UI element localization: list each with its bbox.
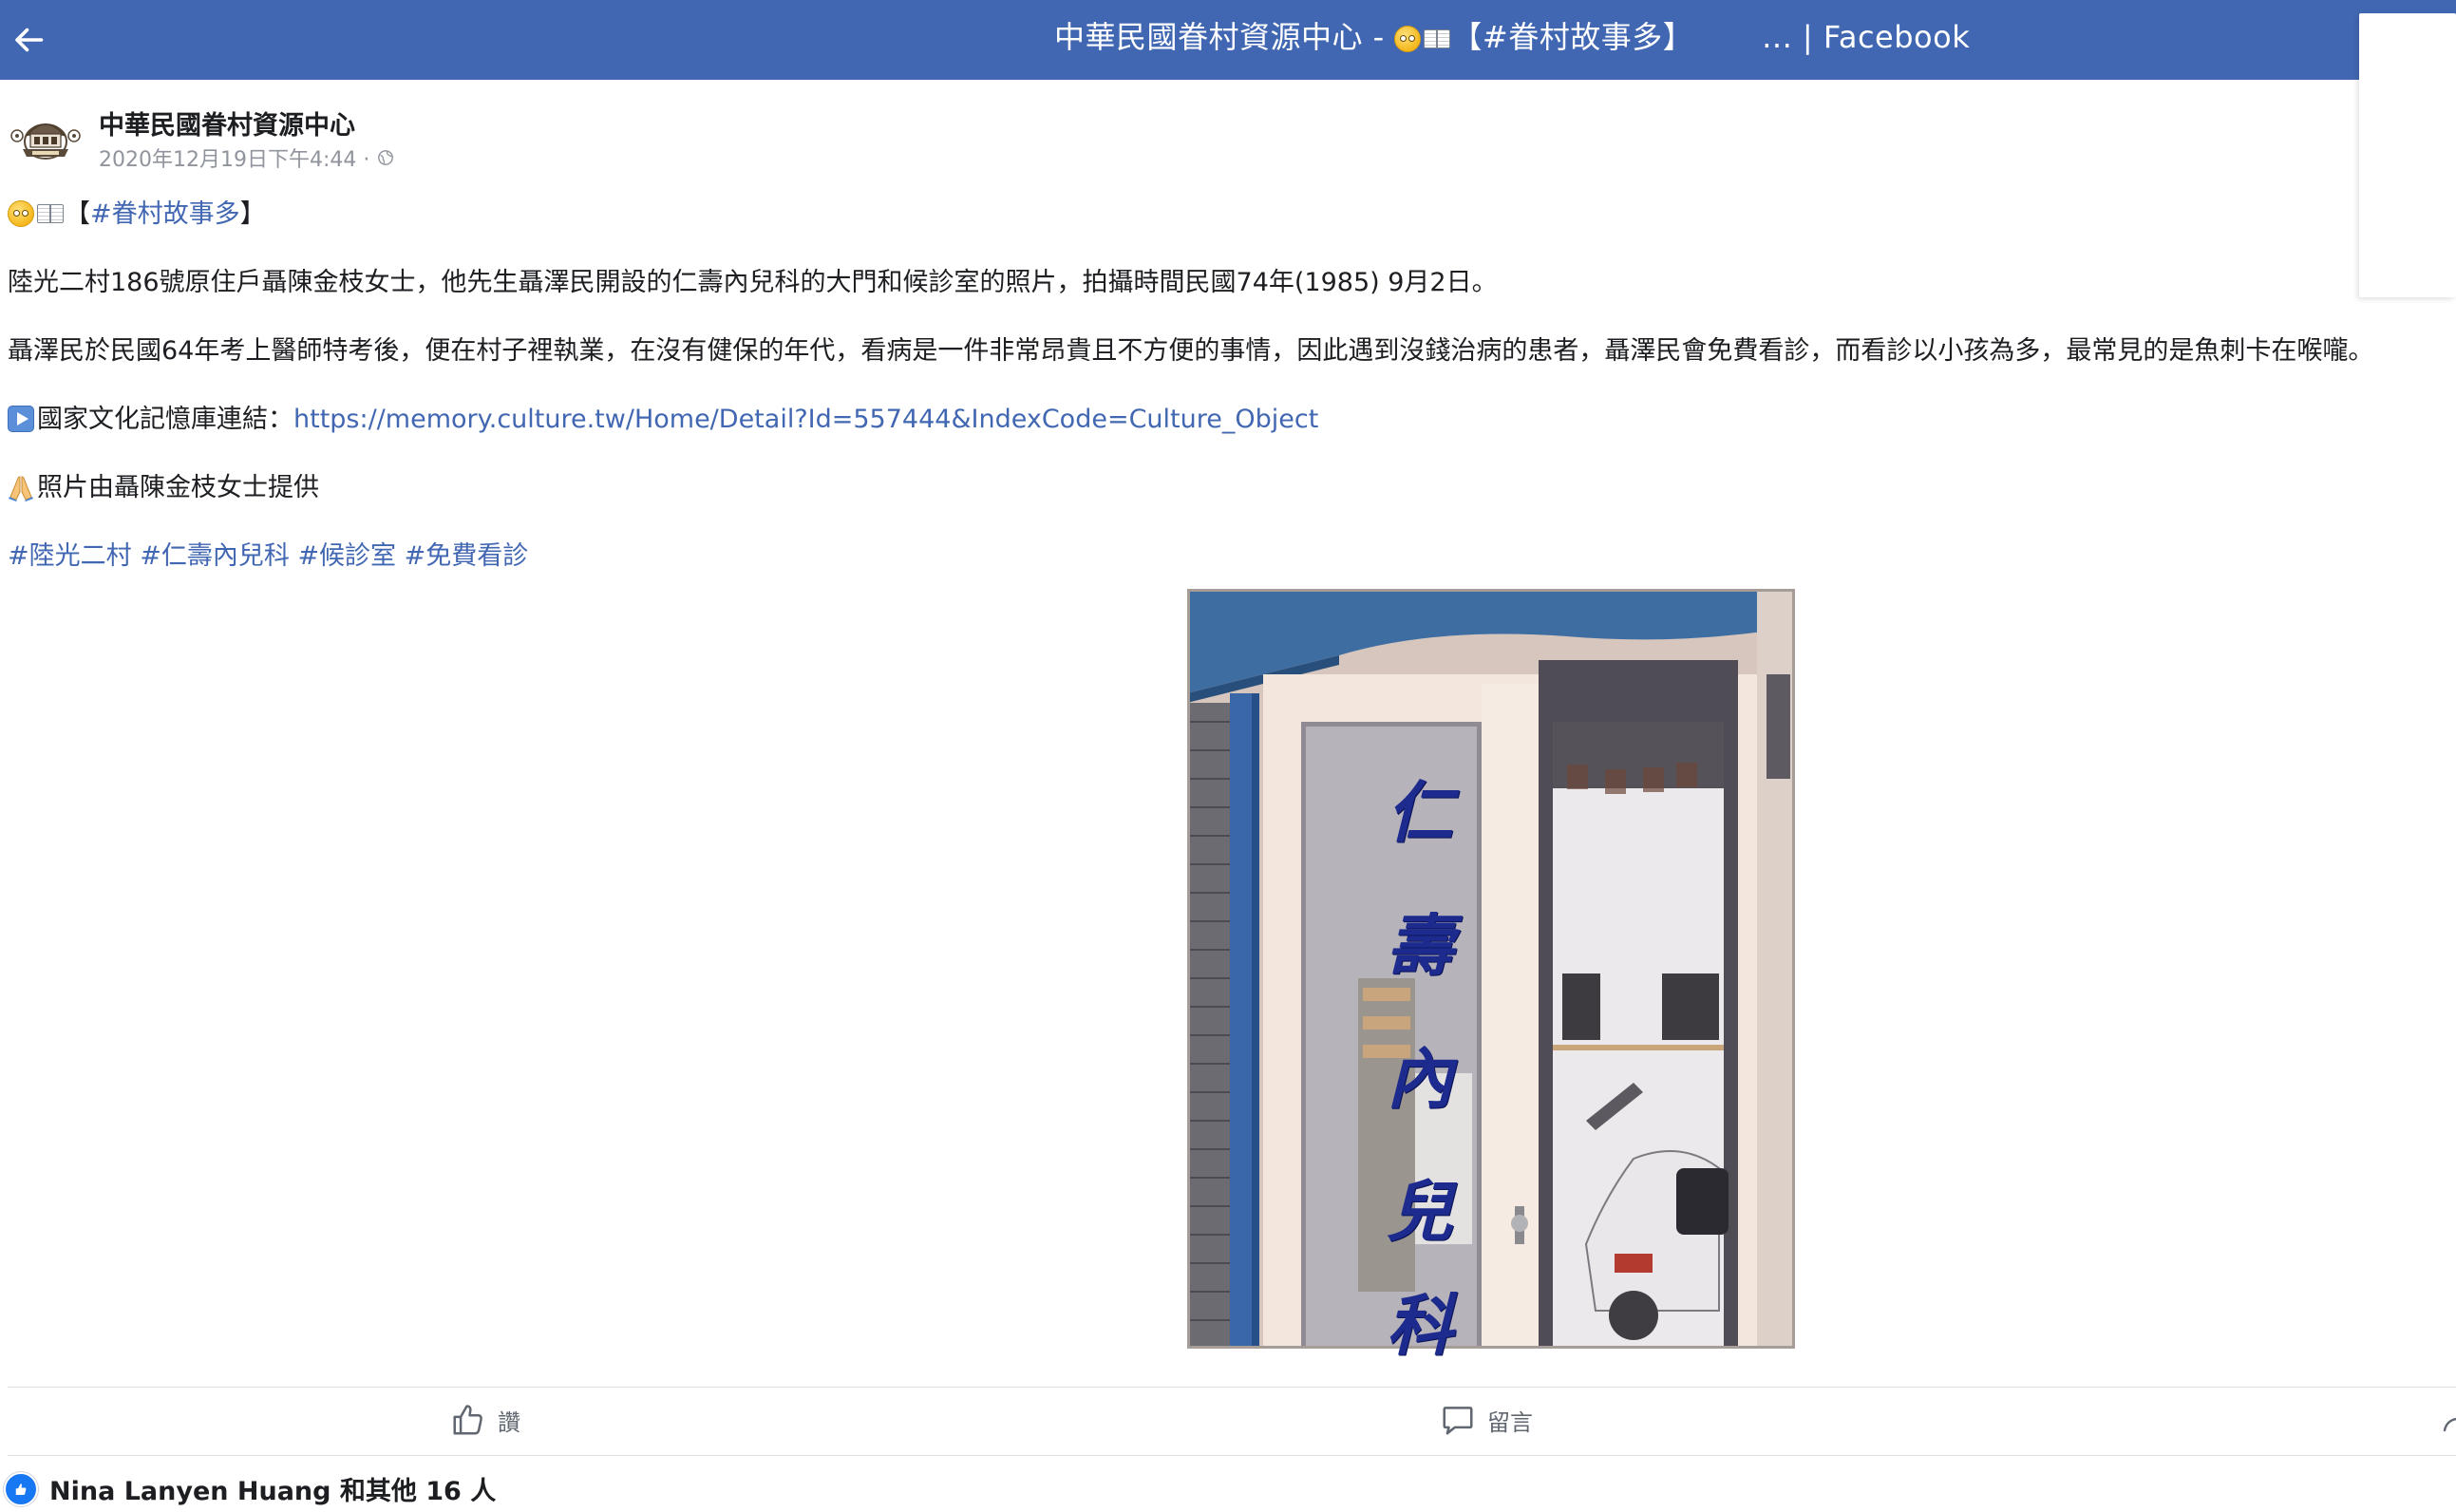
folded-hands-icon xyxy=(9,476,33,501)
post-timestamp[interactable]: 2020年12月19日下午4:44 · xyxy=(99,142,369,173)
post-paragraph-2: 聶澤民於民國64年考上醫師特考後，便在村子裡執業，在沒有健保的年代，看病是一件非… xyxy=(8,336,2374,366)
like-reaction-icon xyxy=(4,1471,38,1506)
reaction-summary-text: Nina Lanyen Huang 和其他 16 人 xyxy=(49,1477,497,1506)
open-book-icon xyxy=(1423,28,1451,50)
hashtag-line: #陸光二村 #仁壽內兒科 #候診室 #免費看診 xyxy=(8,539,528,574)
back-arrow-icon xyxy=(15,28,44,52)
top-bar: 中華民國眷村資源中心 - 【#眷村故事多】 ... | Facebook xyxy=(0,0,2456,80)
thumbs-up-icon xyxy=(453,1405,482,1435)
like-button[interactable]: 讚 xyxy=(450,1396,520,1444)
play-button-icon xyxy=(8,406,34,432)
open-book-icon xyxy=(36,202,65,225)
photo-sign-char: 仁 xyxy=(1387,773,1453,852)
photo-sign-char: 壽 xyxy=(1387,906,1453,985)
credit-text: 照片由聶陳金枝女士提供 xyxy=(37,473,319,502)
comment-label: 留言 xyxy=(1487,1408,1533,1436)
tag-open-bracket: 【 xyxy=(65,199,90,229)
title-suffix: ... | Facebook xyxy=(1762,19,1971,55)
hashtag-link[interactable]: #免費看診 xyxy=(405,541,529,571)
hashtag-link-story[interactable]: #眷村故事多 xyxy=(90,199,240,229)
post-photo[interactable] xyxy=(1187,589,1795,1349)
back-button[interactable] xyxy=(0,0,57,80)
comment-button[interactable]: 留言 xyxy=(1440,1396,1533,1444)
photo-sign-char: 科 xyxy=(1387,1286,1453,1365)
monocle-face-icon xyxy=(8,200,34,227)
tag-close-bracket: 】 xyxy=(239,199,266,229)
globe-icon xyxy=(378,150,394,165)
post-meta: 2020年12月19日下午4:44 · xyxy=(99,142,394,173)
archive-link[interactable]: https://memory.culture.tw/Home/Detail?Id… xyxy=(293,405,1318,434)
facebook-post-page: { "topbar": { "title_prefix": "中華民國眷村資源中… xyxy=(0,0,2456,1512)
share-icon[interactable] xyxy=(2441,1406,2456,1440)
side-panel xyxy=(2359,13,2456,297)
window-title: 中華民國眷村資源中心 - 【#眷村故事多】 ... | Facebook xyxy=(1054,0,1970,74)
action-divider-bottom xyxy=(8,1455,2456,1456)
page-avatar[interactable] xyxy=(9,107,82,164)
action-divider-top xyxy=(8,1387,2456,1388)
photo-sign-char: 兒 xyxy=(1387,1172,1453,1251)
clinic-door-photo xyxy=(1187,589,1795,1349)
hashtag-link[interactable]: #仁壽內兒科 xyxy=(140,541,290,571)
like-label: 讚 xyxy=(498,1408,520,1436)
photo-sign-char: 內 xyxy=(1387,1039,1453,1118)
comment-icon xyxy=(1443,1407,1473,1435)
title-tag: 【#眷村故事多】 xyxy=(1451,19,1694,55)
hashtag-link[interactable]: #陸光二村 xyxy=(8,541,132,571)
post-tag-line: 【#眷村故事多】 xyxy=(8,198,266,232)
post-archive-line: 國家文化記憶庫連結：https://memory.culture.tw/Home… xyxy=(8,403,1318,437)
page-name[interactable]: 中華民國眷村資源中心 xyxy=(99,104,355,142)
hashtag-link[interactable]: #候診室 xyxy=(297,541,396,571)
post-credit-line: 照片由聶陳金枝女士提供 xyxy=(8,471,319,505)
post-paragraph-1: 陸光二村186號原住戶聶陳金枝女士，他先生聶澤民開設的仁壽內兒科的大門和候診室的… xyxy=(8,268,1498,297)
monocle-face-icon xyxy=(1394,26,1422,52)
reaction-summary[interactable]: Nina Lanyen Huang 和其他 16 人 xyxy=(4,1470,496,1507)
archive-label: 國家文化記憶庫連結： xyxy=(37,405,293,434)
title-prefix: 中華民國眷村資源中心 - xyxy=(1054,19,1395,55)
